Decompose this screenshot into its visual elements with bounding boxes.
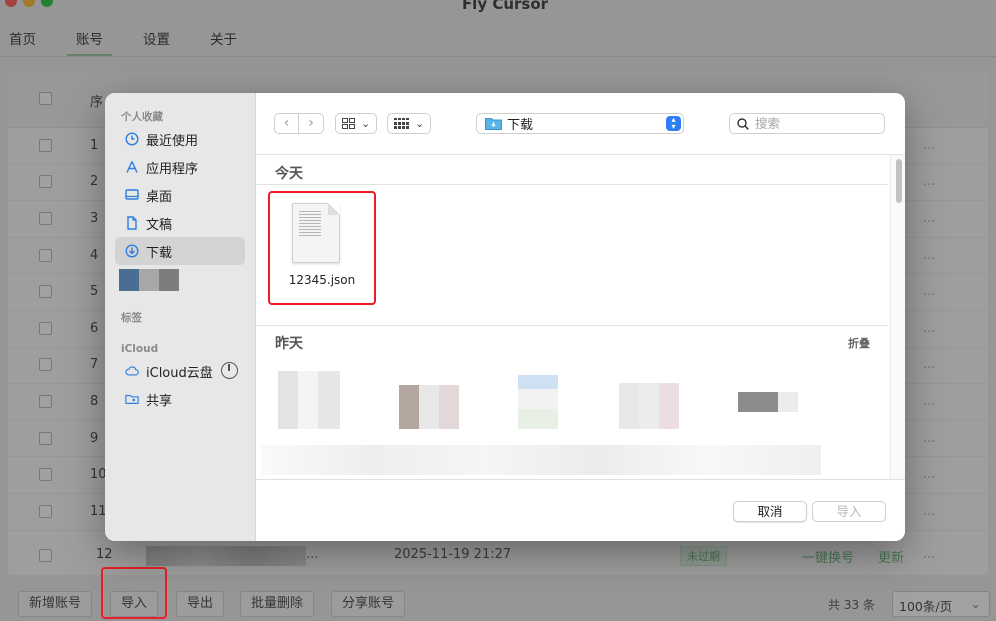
- cloud-icon: [125, 366, 139, 376]
- sidebar-item-documents[interactable]: 文稿: [115, 209, 245, 237]
- clock-icon: [125, 132, 139, 146]
- sidebar-item-recents[interactable]: 最近使用: [115, 125, 245, 153]
- section-divider: [256, 184, 888, 185]
- document-icon: [127, 216, 137, 230]
- apps-icon: [126, 161, 138, 173]
- back-button[interactable]: ‹: [274, 113, 299, 134]
- desktop-icon: [125, 189, 139, 200]
- grid-icon: [342, 118, 355, 129]
- file-item[interactable]: [738, 392, 798, 412]
- sidebar-item-label: 文稿: [146, 217, 173, 233]
- icloud-header: iCloud: [121, 343, 159, 355]
- dialog-button-bar: 取消 导入: [256, 479, 905, 541]
- scrollbar-thumb[interactable]: [896, 159, 902, 203]
- section-divider: [256, 325, 888, 326]
- forward-button[interactable]: ›: [299, 113, 324, 134]
- chevron-down-icon: ⌄: [415, 117, 425, 130]
- dialog-toolbar: ‹ › ⌄ ⌄ 下载 ▴ ▾: [256, 93, 905, 155]
- favorites-header: 个人收藏: [121, 111, 163, 123]
- shared-folder-icon: [125, 394, 139, 404]
- sidebar-item-desktop[interactable]: 桌面: [115, 181, 245, 209]
- sidebar-item-label: 桌面: [146, 189, 173, 205]
- sidebar-item-downloads[interactable]: 下载: [115, 237, 245, 265]
- cancel-button[interactable]: 取消: [733, 501, 807, 522]
- updown-chevron-icon: ▴ ▾: [666, 116, 681, 131]
- sidebar-item-label: iCloud云盘: [146, 365, 213, 381]
- file-item[interactable]: [619, 383, 679, 429]
- group-grid-icon: [394, 118, 409, 129]
- search-input[interactable]: [755, 116, 875, 131]
- group-view-button[interactable]: ⌄: [387, 113, 432, 134]
- dialog-sidebar: 个人收藏 最近使用 应用程序 桌面 文稿 下载 标签 iCloud iCloud…: [105, 93, 256, 541]
- search-box[interactable]: [729, 113, 885, 134]
- dialog-main: ‹ › ⌄ ⌄ 下载 ▴▾ 今天: [256, 93, 905, 541]
- sidebar-item-label: 下载: [146, 245, 173, 261]
- location-value: 下载: [507, 118, 534, 133]
- sidebar-item-label: 共享: [146, 393, 173, 409]
- vertical-scrollbar[interactable]: [890, 155, 905, 479]
- location-select[interactable]: 下载 ▴ ▾: [476, 113, 684, 134]
- open-import-button[interactable]: 导入: [812, 501, 886, 522]
- sync-progress-icon: [221, 362, 238, 379]
- chevron-down-icon: ⌄: [361, 117, 371, 130]
- collapse-button[interactable]: 折叠: [848, 335, 870, 351]
- section-yesterday: 昨天: [275, 336, 303, 352]
- sidebar-item-label: 最近使用: [146, 133, 199, 149]
- section-today: 今天: [275, 166, 303, 182]
- redacted-file-names: [261, 445, 821, 475]
- file-item[interactable]: [278, 371, 340, 429]
- redacted-sidebar-item: [119, 269, 179, 291]
- sidebar-item-shared[interactable]: 共享: [115, 385, 245, 413]
- sidebar-item-label: 应用程序: [146, 161, 199, 177]
- nav-buttons: ‹ ›: [274, 113, 324, 134]
- file-highlight: [268, 191, 376, 305]
- import-button-highlight: [101, 567, 167, 619]
- file-item[interactable]: [518, 375, 558, 429]
- file-browser: 今天 12345.json 昨天 折叠: [256, 155, 905, 479]
- download-icon: [125, 244, 139, 258]
- tags-header: 标签: [121, 312, 142, 324]
- file-item[interactable]: [399, 385, 459, 429]
- search-icon: [737, 117, 749, 130]
- file-open-dialog: 个人收藏 最近使用 应用程序 桌面 文稿 下载 标签 iCloud iCloud…: [105, 93, 905, 541]
- icon-view-button[interactable]: ⌄: [335, 113, 378, 134]
- folder-icon: [485, 118, 502, 130]
- sidebar-item-applications[interactable]: 应用程序: [115, 153, 245, 181]
